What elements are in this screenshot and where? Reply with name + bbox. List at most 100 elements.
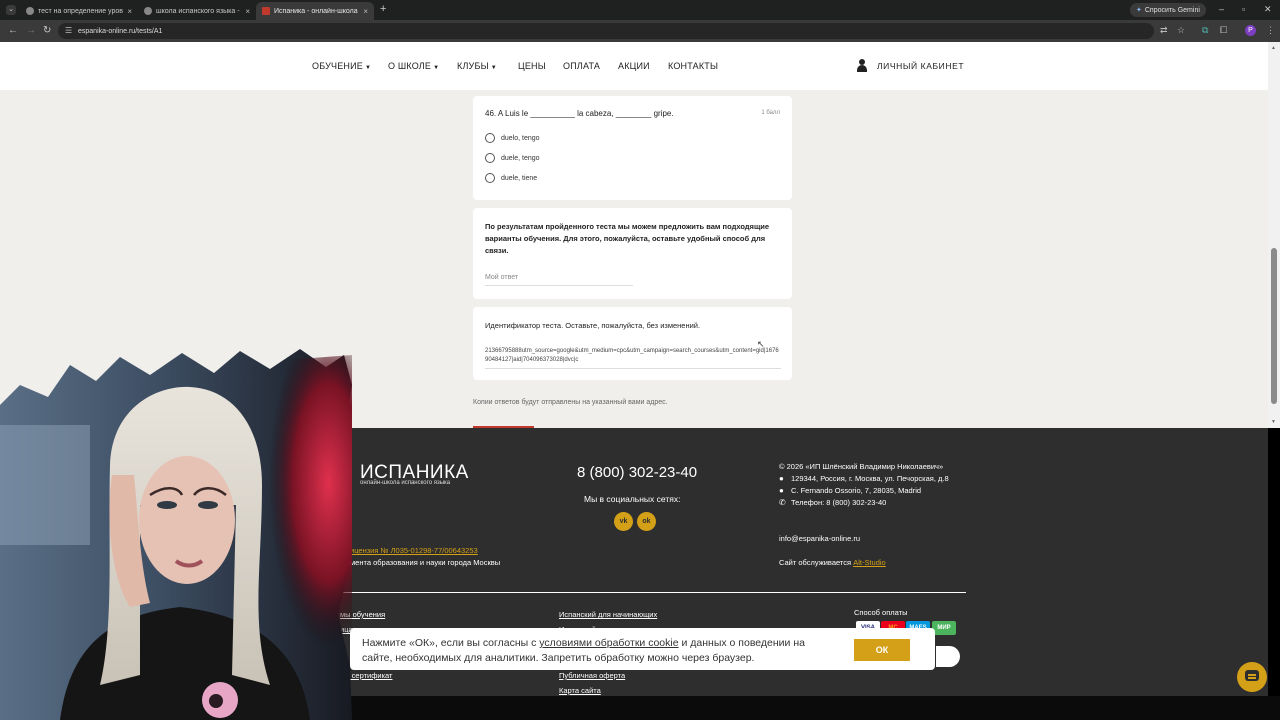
chevron-down-icon: ▼ [433, 65, 440, 71]
nav-label: КОНТАКТЫ [668, 61, 719, 71]
browser-tab-1[interactable]: школа испанского языка - По × [138, 2, 256, 20]
nav-label: ОБУЧЕНИЕ [312, 61, 363, 71]
gemini-label: Спросить Gemini [1144, 6, 1200, 14]
new-tab-icon[interactable]: + [380, 3, 386, 15]
scroll-down-icon[interactable]: ▼ [1271, 419, 1276, 425]
translate-icon[interactable]: ⇄ [1160, 25, 1168, 36]
webcam-video [0, 349, 352, 720]
nav-item-prices[interactable]: ЦЕНЫ [518, 61, 546, 71]
ask-gemini-button[interactable]: ✦ Спросить Gemini [1130, 3, 1206, 17]
menu-kebab-icon[interactable]: ⋮ [1266, 25, 1275, 36]
my-answer-input[interactable]: Мой ответ [485, 274, 633, 286]
cookie-policy-link[interactable]: условиями обработки cookie [539, 637, 678, 649]
cookie-banner: Нажмите «ОК», если вы согласны с условия… [350, 628, 935, 670]
mir-icon: МИР [932, 621, 956, 635]
email-text: info@espanika-online.ru [779, 534, 860, 543]
tab-title: тест на определение уровня и [38, 7, 123, 15]
test-id-input[interactable]: 21366795888utm_source=google&utm_medium=… [485, 347, 781, 369]
chat-bubble-icon [1245, 670, 1259, 681]
nav-item-payment[interactable]: ОПЛАТА [563, 61, 600, 71]
copies-note: Копии ответов будут отправлены на указан… [473, 399, 668, 406]
browser-tab-2[interactable]: Испаника - онлайн-школа ис × [256, 2, 374, 20]
question-card: 46. A Luis le __________ la cabeza, ____… [473, 96, 792, 200]
nav-label: ОПЛАТА [563, 61, 601, 71]
payment-label: Способ оплаты [854, 608, 908, 617]
footer-link[interactable]: Публичная оферта [559, 671, 625, 680]
social-label: Мы в социальных сетях: [584, 494, 681, 504]
option-label: duelo, tengo [501, 134, 540, 142]
copyright-text: © 2026 «ИП Шлёнский Владимир Николаевич» [779, 462, 944, 471]
user-icon [856, 59, 868, 72]
tab-search-icon[interactable]: ⌄ [6, 5, 16, 15]
vk-icon[interactable]: vk [614, 512, 633, 531]
reload-icon[interactable]: ↻ [43, 25, 51, 36]
close-icon[interactable]: × [245, 7, 250, 16]
profile-avatar[interactable]: P [1245, 25, 1256, 36]
personal-cabinet-link[interactable]: ЛИЧНЫЙ КАБИНЕТ [856, 59, 964, 72]
chat-line [1248, 677, 1256, 679]
answer-option[interactable]: duelo, tengo [485, 133, 540, 143]
address-ru-text: 129344, Россия, г. Москва, ул. Печорская… [791, 474, 949, 483]
odnoklassniki-icon[interactable]: ok [637, 512, 656, 531]
email-link[interactable]: info@espanika-online.ru [779, 534, 860, 543]
site-info-icon: ☰ [65, 26, 73, 35]
cookie-text-part: Нажмите «ОК», если вы согласны с [362, 637, 540, 649]
address-bar[interactable]: ☰ espanika-online.ru/tests/A1 [58, 23, 1154, 39]
footer-pill-button[interactable] [936, 646, 960, 667]
nav-item-learning[interactable]: ОБУЧЕНИЕ ▼ [312, 61, 371, 71]
nav-item-clubs[interactable]: КЛУБЫ ▼ [457, 61, 497, 71]
scroll-up-icon[interactable]: ▲ [1271, 45, 1276, 51]
footer-divider [340, 592, 966, 593]
cookie-text: Нажмите «ОК», если вы согласны с условия… [362, 636, 832, 666]
studio-link[interactable]: Alt-Studio [853, 558, 886, 567]
option-label: duele, tiene [501, 174, 538, 182]
test-id-card: Идентификатор теста. Оставьте, пожалуйст… [473, 307, 792, 380]
cabinet-label: ЛИЧНЫЙ КАБИНЕТ [877, 60, 965, 71]
radio-button[interactable] [485, 133, 495, 143]
cookie-ok-button[interactable]: ОК [854, 639, 910, 661]
window-close-icon[interactable]: ✕ [1264, 4, 1272, 15]
back-icon[interactable]: ← [8, 25, 18, 36]
nav-item-promos[interactable]: АКЦИИ [618, 61, 650, 71]
answer-option[interactable]: duele, tengo [485, 153, 540, 163]
puzzle-icon[interactable]: ⧠ [1220, 25, 1227, 36]
url-text: espanika-online.ru/tests/A1 [78, 27, 163, 35]
browser-tab-0[interactable]: тест на определение уровня и × [20, 2, 138, 20]
browser-toolbar: ← → ↻ ☰ espanika-online.ru/tests/A1 ⇄ ☆ … [0, 20, 1280, 42]
extension-icon[interactable]: ⧉ [1202, 25, 1208, 36]
page-scrollbar[interactable]: ▲ ▼ [1268, 42, 1280, 428]
chevron-down-icon: ▼ [490, 65, 497, 71]
phone-icon: ✆ [779, 498, 786, 507]
serviced-by: Сайт обслуживается Alt-Studio [779, 558, 886, 567]
forward-icon[interactable]: → [26, 25, 36, 36]
site-favicon-icon [262, 7, 270, 15]
mouse-cursor-icon: ↖ [757, 339, 765, 349]
bookmark-star-icon[interactable]: ☆ [1177, 25, 1185, 36]
answer-option[interactable]: duele, tiene [485, 173, 537, 183]
phone-line[interactable]: ✆ Телефон: 8 (800) 302-23-40 [779, 498, 886, 507]
radio-button[interactable] [485, 173, 495, 183]
contact-request-card: По результатам пройденного теста мы може… [473, 208, 792, 299]
site-header: ОБУЧЕНИЕ ▼ О ШКОЛЕ ▼ КЛУБЫ ▼ ЦЕНЫ ОПЛАТА АК… [0, 42, 1268, 90]
nav-item-about[interactable]: О ШКОЛЕ ▼ [388, 61, 439, 71]
radio-button[interactable] [485, 153, 495, 163]
footer-link[interactable]: Карта сайта [559, 686, 601, 695]
scroll-thumb[interactable] [1271, 248, 1277, 404]
close-icon[interactable]: × [363, 7, 368, 16]
footer-link[interactable]: Испанский для начинающих [559, 610, 657, 619]
footer-phone[interactable]: 8 (800) 302-23-40 [577, 464, 697, 481]
chat-widget-button[interactable] [1237, 662, 1267, 692]
browser-tab-strip: ⌄ тест на определение уровня и × школа и… [0, 0, 1280, 20]
tab-title: Испаника - онлайн-школа ис [274, 7, 360, 15]
close-icon[interactable]: × [127, 7, 132, 16]
google-favicon-icon [26, 7, 34, 15]
license-link[interactable]: ицензия № Л035-01298-77/00643253 [350, 546, 478, 555]
nav-label: ЦЕНЫ [518, 61, 546, 71]
gemini-icon: ✦ [1136, 7, 1142, 14]
minimize-icon[interactable]: – [1219, 4, 1224, 14]
nav-item-contacts[interactable]: КОНТАКТЫ [668, 61, 718, 71]
chevron-down-icon: ▼ [365, 65, 372, 71]
google-favicon-icon [144, 7, 152, 15]
maximize-icon[interactable]: ▫ [1242, 4, 1245, 14]
option-label: duele, tengo [501, 154, 540, 162]
